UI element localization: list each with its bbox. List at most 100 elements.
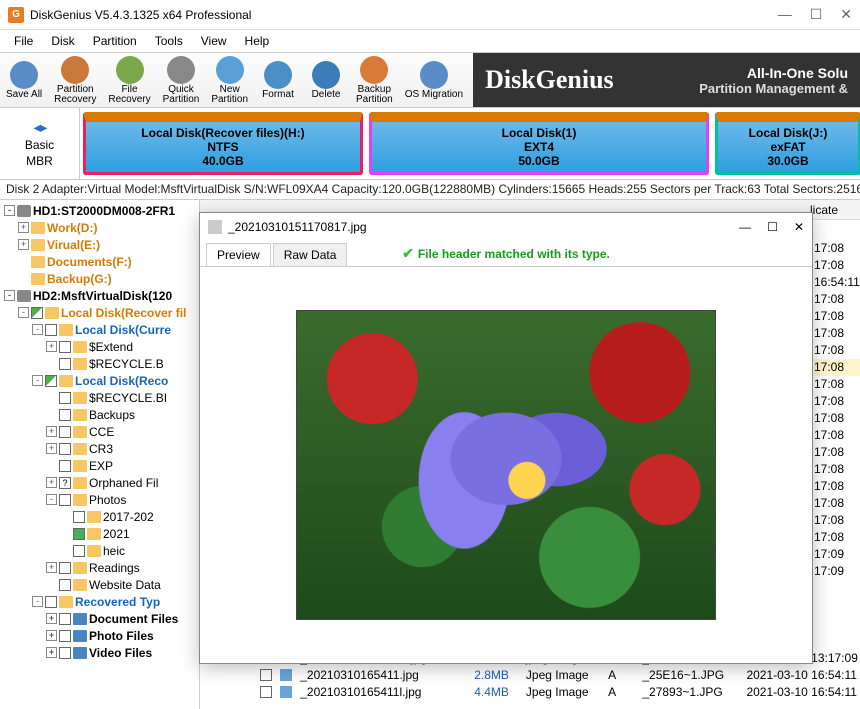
tree-item[interactable]: +CCE xyxy=(0,423,199,440)
menu-view[interactable]: View xyxy=(193,32,235,50)
tree-item[interactable]: +?Orphaned Fil xyxy=(0,474,199,491)
checkbox[interactable] xyxy=(59,426,71,438)
tree-item[interactable]: Documents(F:) xyxy=(0,253,199,270)
checkbox[interactable] xyxy=(59,341,71,353)
tool-new-partition[interactable]: New Partition xyxy=(205,53,254,107)
checkbox[interactable]: ? xyxy=(59,477,71,489)
expand-icon[interactable]: + xyxy=(46,630,57,641)
expand-icon[interactable]: - xyxy=(4,290,15,301)
checkbox[interactable] xyxy=(73,545,85,557)
expand-icon[interactable]: - xyxy=(32,375,43,386)
checkbox[interactable] xyxy=(59,630,71,642)
expand-icon[interactable]: + xyxy=(46,477,57,488)
checkbox[interactable] xyxy=(59,562,71,574)
maximize-button[interactable]: ☐ xyxy=(810,6,823,23)
expand-icon[interactable]: - xyxy=(18,307,29,318)
tree-item[interactable]: -HD2:MsftVirtualDisk(120 xyxy=(0,287,199,304)
partition-block[interactable]: Local Disk(1)EXT450.0GB xyxy=(369,112,709,175)
tree-item[interactable]: 2017-202 xyxy=(0,508,199,525)
folder-icon xyxy=(17,205,31,217)
tree-item[interactable]: 2021 xyxy=(0,525,199,542)
directory-tree[interactable]: -HD1:ST2000DM008-2FR1 + Work(D:)+Virual(E:… xyxy=(0,200,200,709)
preview-maximize-button[interactable]: ☐ xyxy=(767,220,778,234)
checkbox[interactable] xyxy=(31,307,43,319)
expand-icon[interactable]: + xyxy=(46,426,57,437)
expand-icon[interactable]: - xyxy=(46,494,57,505)
checkbox[interactable] xyxy=(73,511,85,523)
tab-raw-data[interactable]: Raw Data xyxy=(273,243,348,266)
preview-minimize-button[interactable]: — xyxy=(739,220,751,234)
tool-backup-partition[interactable]: Backup Partition xyxy=(350,53,399,107)
tree-item[interactable]: heic xyxy=(0,542,199,559)
tree-item[interactable]: +Document Files xyxy=(0,610,199,627)
menu-disk[interactable]: Disk xyxy=(43,32,82,50)
preview-image xyxy=(296,310,716,620)
close-button[interactable]: ✕ xyxy=(840,6,852,23)
tree-item[interactable]: Backups xyxy=(0,406,199,423)
expand-icon[interactable]: + xyxy=(46,443,57,454)
file-row[interactable]: _20210310165411l.jpg4.4MBJpeg ImageA_278… xyxy=(200,683,860,700)
checkbox[interactable] xyxy=(59,647,71,659)
menu-partition[interactable]: Partition xyxy=(85,32,145,50)
tool-delete[interactable]: Delete xyxy=(302,53,350,107)
expand-icon[interactable]: + xyxy=(46,562,57,573)
checkbox[interactable] xyxy=(59,409,71,421)
menu-file[interactable]: File xyxy=(6,32,41,50)
partition-block[interactable]: Local Disk(J:)exFAT30.0GB xyxy=(715,112,860,175)
expand-icon[interactable]: - xyxy=(32,596,43,607)
tool-os-migration[interactable]: OS Migration xyxy=(399,53,469,107)
file-row[interactable]: _20210310165411.jpg2.8MBJpeg ImageA_25E1… xyxy=(200,666,860,683)
tool-file-recovery[interactable]: File Recovery xyxy=(102,53,156,107)
expand-icon[interactable]: + xyxy=(46,647,57,658)
checkbox[interactable] xyxy=(59,392,71,404)
checkbox[interactable] xyxy=(59,358,71,370)
tool-quick-partition[interactable]: Quick Partition xyxy=(157,53,206,107)
tree-item[interactable]: -Local Disk(Curre xyxy=(0,321,199,338)
checkbox[interactable] xyxy=(45,375,57,387)
tree-item[interactable]: Backup(G:) xyxy=(0,270,199,287)
minimize-button[interactable]: — xyxy=(778,6,792,23)
tree-item[interactable]: $RECYCLE.BI xyxy=(0,389,199,406)
tab-preview[interactable]: Preview xyxy=(206,243,271,266)
tool-save-all[interactable]: Save All xyxy=(0,53,48,107)
tree-item[interactable]: + Work(D:) xyxy=(0,219,199,236)
file-checkbox[interactable] xyxy=(260,686,272,698)
tree-item[interactable]: +Video Files xyxy=(0,644,199,661)
tool-format[interactable]: Format xyxy=(254,53,302,107)
tree-item[interactable]: +Readings xyxy=(0,559,199,576)
checkbox[interactable] xyxy=(59,460,71,472)
tree-item[interactable]: +$Extend xyxy=(0,338,199,355)
tree-item[interactable]: -HD1:ST2000DM008-2FR1 xyxy=(0,202,199,219)
preview-close-button[interactable]: ✕ xyxy=(794,220,804,234)
tree-item[interactable]: $RECYCLE.B xyxy=(0,355,199,372)
nav-arrows-icon[interactable]: ◂ ▸ xyxy=(34,119,46,136)
checkbox[interactable] xyxy=(73,528,85,540)
tree-item[interactable]: +CR3 xyxy=(0,440,199,457)
expand-icon[interactable]: + xyxy=(46,341,57,352)
partition-block[interactable]: Local Disk(Recover files)(H:)NTFS40.0GB xyxy=(83,112,363,175)
tree-item[interactable]: -Recovered Typ xyxy=(0,593,199,610)
checkbox[interactable] xyxy=(59,579,71,591)
checkbox[interactable] xyxy=(45,324,57,336)
tree-item[interactable]: -Local Disk(Recover fil xyxy=(0,304,199,321)
checkbox[interactable] xyxy=(59,494,71,506)
tree-item[interactable]: +Virual(E:) xyxy=(0,236,199,253)
expand-icon[interactable]: + xyxy=(18,222,29,233)
menu-tools[interactable]: Tools xyxy=(147,32,191,50)
file-checkbox[interactable] xyxy=(260,669,272,681)
tree-item[interactable]: +Photo Files xyxy=(0,627,199,644)
tool-partition-recovery[interactable]: Partition Recovery xyxy=(48,53,102,107)
tree-item[interactable]: -Local Disk(Reco xyxy=(0,372,199,389)
expand-icon[interactable]: + xyxy=(18,239,29,250)
checkbox[interactable] xyxy=(59,613,71,625)
expand-icon[interactable]: - xyxy=(32,324,43,335)
expand-icon[interactable]: - xyxy=(4,205,15,216)
checkbox[interactable] xyxy=(45,596,57,608)
tree-item[interactable]: EXP xyxy=(0,457,199,474)
checkbox[interactable] xyxy=(59,443,71,455)
tree-item[interactable]: -Photos xyxy=(0,491,199,508)
tree-label: Work(D:) xyxy=(47,221,97,235)
tree-item[interactable]: Website Data xyxy=(0,576,199,593)
expand-icon[interactable]: + xyxy=(46,613,57,624)
menu-help[interactable]: Help xyxy=(237,32,278,50)
